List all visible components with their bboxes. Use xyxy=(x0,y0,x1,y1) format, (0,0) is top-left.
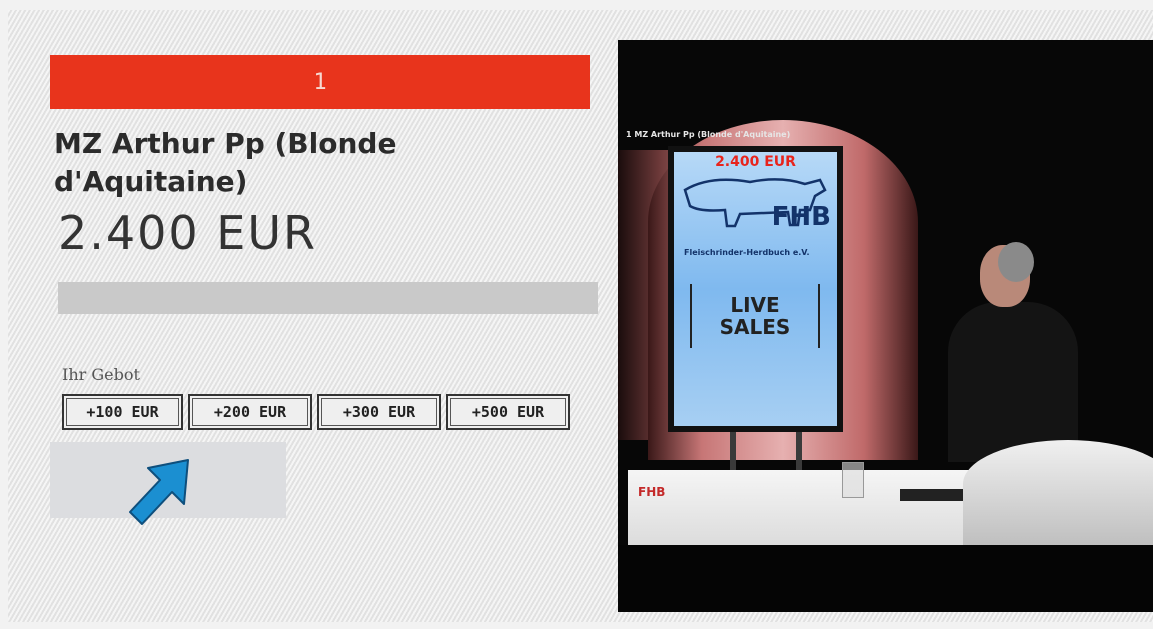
monitor-fhb-logo: FHB xyxy=(771,202,831,232)
bid-buttons: +100 EUR +200 EUR +300 EUR +500 EUR xyxy=(62,394,570,430)
live-sales-logo: LIVE SALES xyxy=(690,284,820,348)
desk-fhb-logo: FHB xyxy=(638,485,666,499)
video-letterbox xyxy=(618,545,1153,612)
countdown-bar-fill xyxy=(58,282,598,314)
video-overlay-title: 1 MZ Arthur Pp (Blonde d'Aquitaine) xyxy=(626,130,791,139)
livestream-video[interactable]: 1 MZ Arthur Pp (Blonde d'Aquitaine) 2.40… xyxy=(618,40,1153,612)
monitor-screen: 2.400 EUR FHB Fleischrinder-Herdbuch e.V… xyxy=(674,152,837,426)
tv-screen: 1 MZ Arthur Pp (Blonde d'Aquitaine) 2.40… xyxy=(8,10,1153,622)
display-monitor: 2.400 EUR FHB Fleischrinder-Herdbuch e.V… xyxy=(668,146,843,432)
bid-button-500[interactable]: +500 EUR xyxy=(446,394,570,430)
bid-button-200[interactable]: +200 EUR xyxy=(188,394,312,430)
countdown-bar xyxy=(58,282,598,314)
lot-number-bar: 1 xyxy=(50,55,590,109)
arrow-up-right-icon xyxy=(129,459,189,525)
lot-title: MZ Arthur Pp (Blonde d'Aquitaine) xyxy=(54,127,397,198)
round-table xyxy=(963,440,1153,550)
bid-label: Ihr Gebot xyxy=(62,365,140,384)
front-desk xyxy=(628,470,978,545)
bid-button-300[interactable]: +300 EUR xyxy=(317,394,441,430)
desk-device xyxy=(900,489,970,501)
bid-button-100[interactable]: +100 EUR xyxy=(62,394,183,430)
sales-text: SALES xyxy=(719,315,791,339)
monitor-price: 2.400 EUR xyxy=(715,154,796,170)
auctioneer-hair xyxy=(998,242,1034,282)
lot-number: 1 xyxy=(313,69,327,95)
live-text: LIVE xyxy=(730,293,780,317)
monitor-org-name: Fleischrinder-Herdbuch e.V. xyxy=(684,248,810,257)
auctioneer-body xyxy=(948,302,1078,462)
water-glass xyxy=(842,462,864,498)
current-price: 2.400 EUR xyxy=(58,206,318,260)
